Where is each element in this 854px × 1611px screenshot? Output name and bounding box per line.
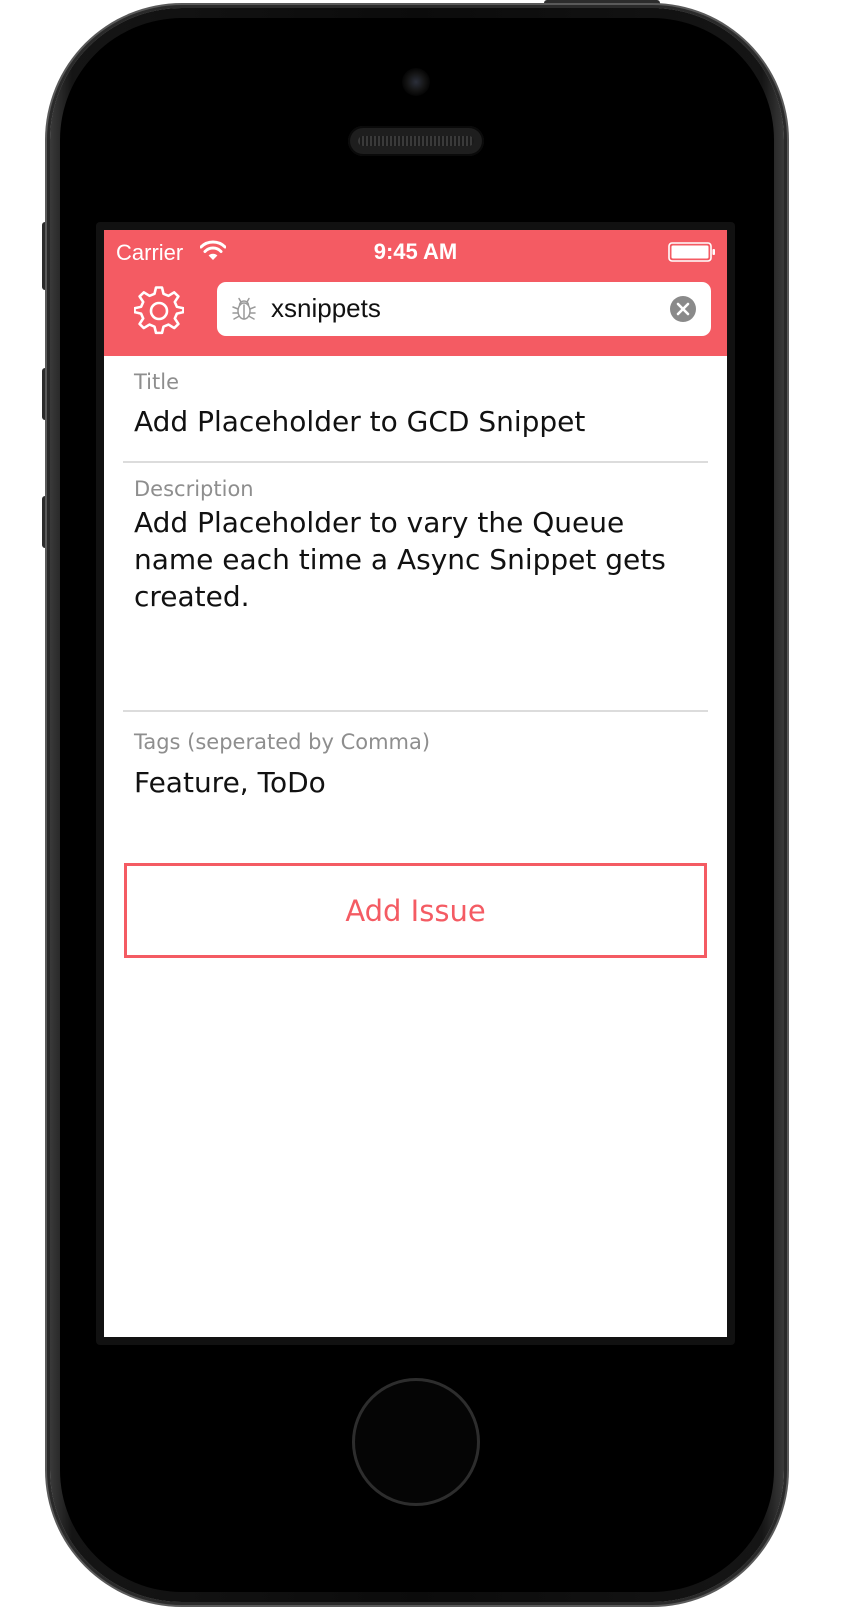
clear-icon[interactable]	[669, 295, 697, 323]
status-time: 9:45 AM	[373, 239, 458, 264]
home-button[interactable]	[352, 1378, 480, 1506]
title-label: Title	[134, 370, 180, 394]
tags-label: Tags (seperated by Comma)	[134, 730, 431, 754]
battery-icon	[668, 242, 715, 262]
search-input-value[interactable]: xsnippets	[271, 293, 381, 324]
top-bar: Carrier 9:45 AM xsnippets	[104, 230, 727, 356]
front-camera	[402, 68, 430, 96]
description-separator	[123, 710, 708, 712]
repository-search-field[interactable]: xsnippets	[217, 282, 711, 336]
add-issue-button[interactable]: Add Issue	[124, 863, 707, 958]
gear-icon[interactable]	[134, 286, 184, 336]
description-label: Description	[134, 477, 254, 501]
app-screen: Carrier 9:45 AM xsnippets Title Add Plac…	[104, 230, 727, 1337]
title-separator	[123, 461, 708, 463]
earpiece-speaker	[348, 126, 484, 156]
title-input[interactable]: Add Placeholder to GCD Snippet	[134, 403, 704, 440]
bug-icon	[232, 297, 256, 320]
description-textarea[interactable]: Add Placeholder to vary the Queue name e…	[134, 504, 704, 615]
tags-input[interactable]: Feature, ToDo	[134, 764, 704, 801]
